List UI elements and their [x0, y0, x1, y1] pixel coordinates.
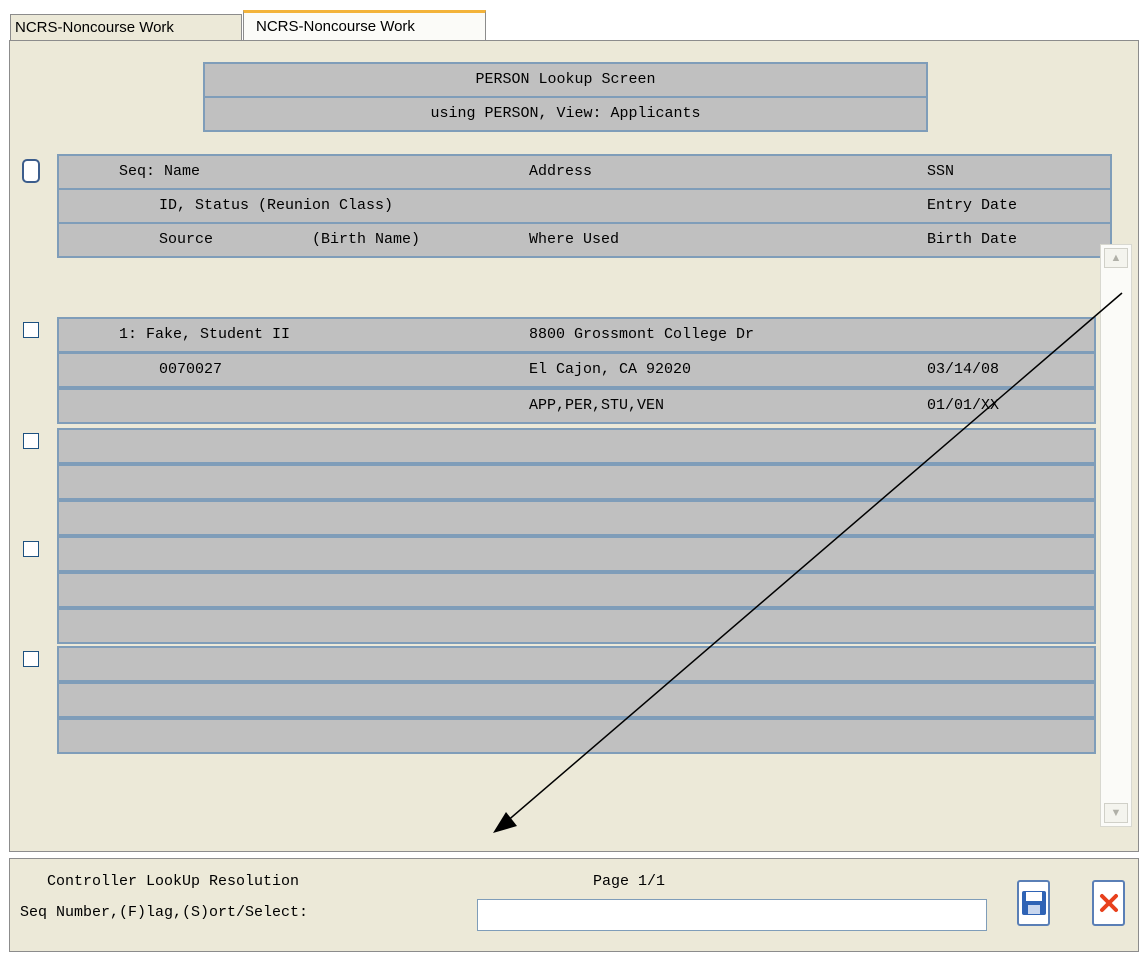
callout-arrow: [493, 292, 1123, 833]
